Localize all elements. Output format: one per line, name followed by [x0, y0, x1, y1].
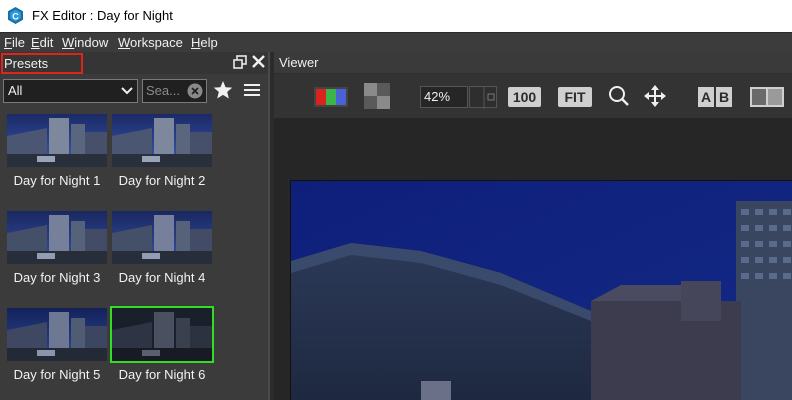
menu-window-rest: indow [74, 35, 109, 50]
preset-thumbnail-image [7, 114, 107, 167]
preset-card-1[interactable]: Day for Night 1 [5, 112, 109, 197]
menu-bar: File Edit Window Workspace Help [0, 32, 792, 52]
window-title: FX Editor : Day for Night [32, 8, 173, 23]
menu-edit[interactable]: Edit [31, 35, 53, 50]
preset-label: Day for Night 3 [13, 270, 101, 285]
preset-label: Day for Night 2 [118, 173, 206, 188]
zoom-fit-button[interactable]: FIT [558, 87, 592, 107]
ab-compare-button[interactable]: A B [698, 87, 732, 107]
viewer-title: Viewer [279, 55, 319, 70]
preset-thumbnail-image [7, 211, 107, 264]
rgb-channels-icon[interactable] [314, 87, 348, 107]
menu-file[interactable]: File [4, 35, 25, 50]
preset-thumbnail[interactable] [5, 112, 109, 169]
viewer-image [290, 180, 792, 400]
preset-thumbnail-image [112, 114, 212, 167]
chevron-down-icon [121, 87, 133, 95]
favorites-star-icon[interactable] [213, 80, 233, 100]
menu-help[interactable]: Help [191, 35, 218, 50]
preset-card-2[interactable]: Day for Night 2 [110, 112, 214, 197]
menu-window[interactable]: Window [62, 35, 108, 50]
menu-workspace-mnemonic: W [118, 35, 131, 50]
preset-thumbnail[interactable] [5, 306, 109, 363]
preset-thumbnail-image [7, 308, 107, 361]
menu-workspace-rest: orkspace [130, 35, 183, 50]
preset-filter-select[interactable]: All [3, 79, 138, 103]
preset-label: Day for Night 5 [13, 367, 101, 382]
preset-card-5[interactable]: Day for Night 5 [5, 306, 109, 391]
preset-filter-value: All [8, 83, 23, 98]
app-logo-icon: C [8, 7, 23, 24]
split-view-icon[interactable] [750, 87, 784, 107]
menu-edit-rest: dit [39, 35, 54, 50]
preset-thumbnail[interactable] [5, 209, 109, 266]
preset-label: Day for Night 6 [118, 367, 206, 382]
pan-move-icon[interactable] [644, 85, 666, 107]
preset-thumbnail-grid: Day for Night 1 Day for Night 2 Day for … [0, 109, 268, 400]
ab-compare-b: B [716, 87, 732, 107]
viewer-image-content [291, 181, 792, 400]
preset-thumbnail-selected[interactable] [110, 306, 214, 363]
menu-workspace[interactable]: Workspace [118, 35, 183, 50]
preset-thumbnail-image [112, 308, 212, 361]
zoom-stepper[interactable] [469, 86, 497, 109]
svg-text:C: C [12, 11, 19, 21]
preset-label: Day for Night 4 [118, 270, 206, 285]
zoom-magnifier-icon[interactable] [608, 85, 630, 107]
viewer-panel: Viewer 42% 100 FIT A B [274, 52, 792, 400]
viewer-header: Viewer [274, 52, 792, 74]
preset-card-6[interactable]: Day for Night 6 [110, 306, 214, 391]
viewer-toolbar: 42% 100 FIT A B [274, 74, 792, 118]
preset-card-4[interactable]: Day for Night 4 [110, 209, 214, 294]
viewer-canvas[interactable] [274, 118, 792, 400]
preset-card-3[interactable]: Day for Night 3 [5, 209, 109, 294]
menu-window-mnemonic: W [62, 35, 75, 50]
checkerboard-icon[interactable] [364, 83, 390, 109]
title-bar: C FX Editor : Day for Night [0, 0, 792, 32]
restore-panel-icon[interactable] [233, 55, 247, 69]
menu-file-rest: ile [11, 35, 25, 50]
menu-edit-mnemonic: E [31, 35, 40, 50]
menu-help-rest: elp [200, 35, 218, 50]
presets-title[interactable]: Presets [1, 53, 83, 74]
menu-help-mnemonic: H [191, 35, 201, 50]
preset-thumbnail[interactable] [110, 209, 214, 266]
preset-thumbnail[interactable] [110, 112, 214, 169]
preset-thumbnail-image [112, 211, 212, 264]
ab-compare-a: A [698, 87, 714, 107]
menu-list-icon[interactable] [244, 83, 260, 97]
clear-search-icon[interactable] [187, 83, 203, 99]
search-placeholder: Sea... [146, 83, 180, 98]
preset-search-input[interactable]: Sea... [142, 79, 207, 103]
presets-header: Presets [0, 52, 270, 74]
menu-file-mnemonic: F [4, 35, 12, 50]
preset-label: Day for Night 1 [13, 173, 101, 188]
zoom-100-button[interactable]: 100 [508, 87, 541, 107]
close-panel-icon[interactable] [251, 54, 266, 69]
presets-panel: Presets All Sea... Day for Night 1 Day f… [0, 52, 270, 400]
zoom-field[interactable]: 42% [420, 86, 468, 108]
panel-divider[interactable] [268, 52, 270, 400]
zoom-stepper-icon [483, 87, 495, 109]
